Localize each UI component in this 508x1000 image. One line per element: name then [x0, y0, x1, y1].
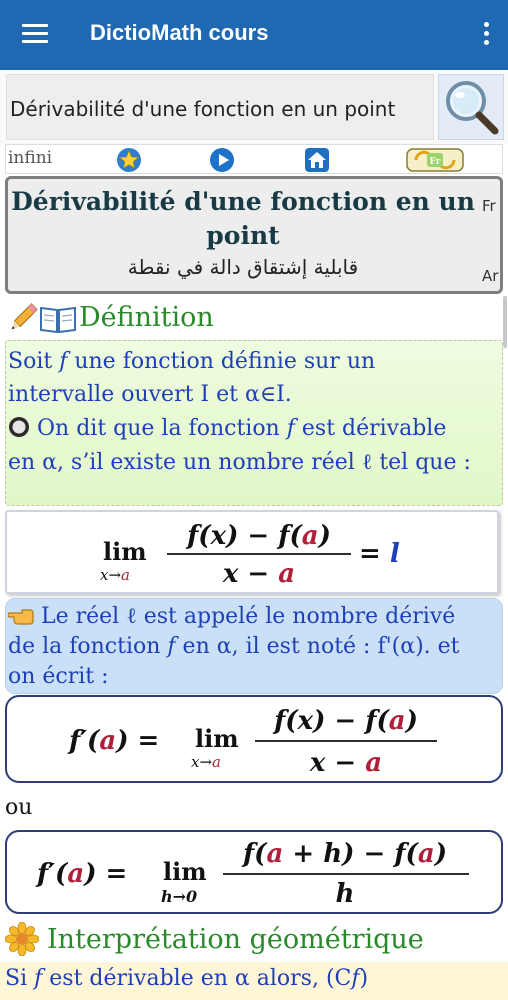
alt-derivative-formula-box: f′(a) = lim h→0 f(a + h) − f(a) h [5, 830, 503, 914]
interpretation-text: Si f est dérivable en α alors, (Cf) [0, 962, 508, 1000]
toolbar: infini Fr [5, 144, 503, 174]
function-symbol: f [351, 966, 360, 991]
lim-subscript: x→a [100, 566, 130, 584]
definition-box: Soit f une fonction définie sur un inter… [5, 340, 503, 506]
search-button[interactable] [438, 74, 504, 140]
derivative-lhs: f′(a) = [35, 859, 127, 889]
topic-header-card: Dérivabilité d'une fonction en un point … [5, 176, 503, 294]
sunflower-icon [5, 922, 39, 956]
text-span: ) [359, 966, 369, 991]
vertical-dots-icon[interactable] [482, 22, 490, 48]
infini-label[interactable]: infini [8, 148, 52, 168]
note-line-1: Le réel ℓ est appelé le nombre dérivé [7, 603, 456, 629]
or-label: ou [5, 795, 33, 820]
text-span: en α, il est noté : f'(α). et [175, 634, 460, 659]
lim-operator: lim [163, 857, 207, 886]
derivative-formula-box: f′(a) = lim x→a f(x) − f(a) x − a [5, 695, 503, 783]
definition-line-4: en α, s’il existe un nombre réel ℓ tel q… [8, 450, 471, 475]
note-line-2: de la fonction f en α, il est noté : f'(… [8, 634, 460, 659]
magnifier-icon [446, 81, 499, 135]
lang-fr-button[interactable]: Fr [482, 197, 496, 215]
fraction-numerator: f(x) − f(a) [272, 706, 418, 736]
language-switch-icon[interactable]: Fr [406, 147, 464, 173]
function-symbol: f [167, 634, 176, 659]
definition-line-1: Soit f une fonction définie sur un [8, 349, 375, 374]
home-icon[interactable] [304, 147, 330, 173]
pointing-hand-icon [7, 609, 34, 625]
fraction-denominator: h [336, 879, 355, 909]
play-icon[interactable] [209, 147, 235, 173]
text-span: est dérivable [294, 416, 447, 441]
equals-result: = l [359, 539, 400, 569]
lang-ar-button[interactable]: Ar [482, 267, 498, 285]
text-span: Si [5, 966, 35, 991]
limit-formula-box: lim x→a f(x) − f(a) x − a = l [5, 510, 499, 594]
derivative-lhs: f′(a) = [67, 726, 159, 756]
scrollbar[interactable] [503, 296, 507, 348]
app-title: DictioMath cours [90, 20, 269, 45]
fraction-numerator: f(x) − f(a) [185, 521, 331, 551]
lim-subscript: x→a [191, 753, 221, 771]
lim-operator: lim [195, 724, 239, 753]
text-span: Soit [8, 349, 60, 374]
book-icon [40, 306, 76, 334]
page-title: Dérivabilité d'une fonction en un point [11, 187, 475, 250]
search-input-value: Dérivabilité d'une fonction en un point [10, 97, 396, 121]
app-bar: DictioMath cours [0, 0, 508, 70]
section-title-definition: Définition [79, 302, 214, 333]
star-icon[interactable] [116, 147, 142, 173]
alt-derivative-formula: f′(a) = lim h→0 f(a + h) − f(a) h [35, 839, 469, 909]
text-span: Le réel ℓ est appelé le nombre dérivé [41, 604, 456, 629]
text-span: On dit que la fonction [37, 416, 287, 441]
note-box: Le réel ℓ est appelé le nombre dérivé de… [5, 598, 503, 694]
page-title-arabic: قابلية إشتقاق دالة في نقطة [127, 255, 359, 279]
note-line-3: on écrit : [8, 664, 109, 689]
lim-subscript: h→0 [161, 887, 197, 906]
text-span: de la fonction [8, 634, 168, 659]
lim-operator: lim [103, 537, 147, 566]
radio-bullet-icon [9, 417, 29, 437]
function-symbol: f [286, 416, 295, 441]
interpretation-line-1: Si f est dérivable en α alors, (Cf) [5, 966, 368, 991]
definition-line-2: intervalle ouvert I et α∈I. [8, 382, 292, 407]
text-span: est dérivable en α alors, (C [42, 966, 352, 991]
pencil-icon [11, 303, 38, 330]
search-input[interactable]: Dérivabilité d'une fonction en un point [6, 74, 434, 140]
search-row: Dérivabilité d'une fonction en un point [0, 70, 508, 144]
limit-formula: lim x→a f(x) − f(a) x − a = l [100, 521, 400, 589]
fraction-denominator: x − a [222, 559, 295, 589]
lang-badge: Fr [430, 157, 441, 167]
derivative-formula: f′(a) = lim x→a f(x) − f(a) x − a [67, 706, 437, 778]
definition-line-3: On dit que la fonction f est dérivable [8, 416, 446, 441]
text-span: une fonction définie sur un [67, 349, 376, 374]
fraction-numerator: f(a + h) − f(a) [241, 839, 447, 869]
fraction-denominator: x − a [309, 748, 382, 778]
hamburger-menu-icon[interactable] [22, 24, 48, 44]
section-title-interpretation: Interprétation géométrique [47, 924, 424, 955]
